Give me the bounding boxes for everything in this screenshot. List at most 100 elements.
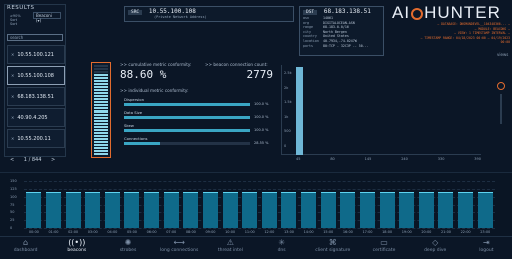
chart-bar[interactable]	[418, 191, 434, 228]
chart-bar[interactable]	[379, 191, 395, 228]
chart-bar[interactable]	[26, 191, 42, 228]
chart-bar[interactable]	[340, 191, 356, 228]
chart-bar[interactable]	[261, 191, 277, 228]
chart-bar[interactable]	[359, 191, 375, 228]
x-tick-label: 04:00	[107, 230, 118, 234]
gauge-segment	[94, 137, 108, 140]
chart-bar[interactable]	[477, 191, 493, 228]
close-icon[interactable]: ✕	[11, 94, 14, 99]
nav-dns[interactable]: ✳ dns	[259, 237, 305, 259]
nav-dashboard[interactable]: ⌂ dashboard	[3, 237, 49, 259]
results-filters[interactable]: ≥90% Sort Sort	[10, 14, 21, 26]
metric-rows: Dispersion 100.0 % Data Size 100.0 % Ske…	[124, 97, 274, 149]
list-item[interactable]: ✕ 10.55.100.121	[7, 45, 65, 64]
x-tick-label: 05:00	[126, 230, 138, 234]
view-slider[interactable]	[500, 94, 502, 124]
gauge-segment	[94, 68, 108, 71]
nav-certificate[interactable]: ▭ certificate	[361, 237, 407, 259]
chart-bar[interactable]	[65, 191, 81, 228]
y-tick-label: 150	[10, 179, 17, 183]
y-tick-label: 25	[10, 218, 15, 223]
src-header: SRC 10.55.100.108 (Private Network Addre…	[124, 6, 294, 22]
nav-long-connections[interactable]: ⟷ long connections	[156, 237, 202, 259]
view-toggle-icon[interactable]	[497, 82, 505, 90]
gauge-segment	[94, 80, 108, 83]
x-tick-label: 01:00	[48, 230, 59, 234]
close-icon[interactable]: ✕	[11, 73, 14, 78]
chart-bar[interactable]	[242, 191, 258, 228]
certificate-icon: ▭	[380, 238, 388, 247]
gauge-segment	[94, 71, 108, 74]
gauge-segment	[94, 125, 108, 128]
gauge-segment	[94, 101, 108, 104]
chart-bar[interactable]	[202, 191, 218, 228]
gauge-segment	[94, 83, 108, 86]
nav-deep-dive[interactable]: ◇ deep dive	[412, 237, 458, 259]
chart-bar[interactable]	[301, 191, 317, 228]
chart-bar[interactable]	[124, 191, 140, 228]
home-icon: ⌂	[23, 238, 29, 247]
gauge-segment	[94, 104, 108, 107]
list-item[interactable]: ✕ 10.55.100.108	[7, 66, 65, 85]
search-input[interactable]: search	[7, 34, 63, 41]
chart-bar[interactable]	[163, 191, 179, 228]
list-item[interactable]: ✕ 10.55.200.11	[7, 129, 65, 148]
chart-bar[interactable]	[85, 191, 101, 228]
x-tick-label: 07:00	[166, 230, 177, 234]
gauge-segment	[94, 152, 108, 155]
x-tick-label: 15:00	[323, 230, 334, 234]
src-ip: 10.55.100.108	[148, 8, 196, 15]
x-tick-label: 20:00	[421, 230, 432, 234]
x-tick-label: 10:00	[225, 230, 236, 234]
x-tick-label: 06:00	[146, 230, 157, 234]
metric-row: Skew 100.0 %	[124, 123, 269, 132]
signature-icon: ⌘	[328, 238, 337, 247]
close-icon[interactable]: ✕	[11, 136, 14, 141]
metric-bar-fill	[124, 141, 160, 145]
nav-threat-intel[interactable]: ⚠ threat intel	[207, 237, 253, 259]
gauge-segment	[94, 89, 108, 92]
beacon-count-value: 2779	[246, 68, 274, 81]
x-tick-label: 11:00	[244, 230, 255, 234]
cumulative-metric: >> cumulative metric conformity: 88.60 %	[120, 62, 192, 81]
chart-bar[interactable]	[458, 191, 474, 228]
close-icon[interactable]: ✕	[11, 52, 14, 57]
gauge-segment	[94, 86, 108, 89]
chart-bar[interactable]	[144, 191, 160, 228]
x-tick-label: 14:00	[303, 230, 314, 234]
cumulative-value: 88.60 %	[120, 68, 167, 81]
x-tick-label: 17:00	[362, 230, 373, 234]
nav-client-signature[interactable]: ⌘ client signature	[310, 237, 356, 259]
gauge-segment	[94, 110, 108, 113]
chart-bar[interactable]	[320, 191, 336, 228]
y-tick-label: 0	[10, 226, 13, 230]
results-sort-select[interactable]: Beaconi (▾)	[33, 12, 61, 23]
chart-bar[interactable]	[399, 191, 415, 228]
y-tick-label: 125	[10, 186, 17, 191]
chart-bar[interactable]	[183, 191, 199, 228]
nav-logout[interactable]: ⇥ logout	[463, 237, 509, 259]
close-icon[interactable]: ✕	[11, 115, 14, 120]
gauge-segment	[94, 116, 108, 119]
chart-bar[interactable]	[104, 191, 120, 228]
chart-bar[interactable]	[222, 191, 238, 228]
x-tick-label: 12:00	[264, 230, 275, 234]
nav-beacons[interactable]: ((•)) beacons	[54, 237, 100, 259]
next-page-icon[interactable]: >	[51, 157, 55, 163]
chart-bar[interactable]	[438, 191, 454, 228]
chart-bar[interactable]	[45, 191, 61, 228]
list-item[interactable]: ✕ 40.90.4.205	[7, 108, 65, 127]
list-item[interactable]: ✕ 68.183.138.51	[7, 87, 65, 106]
gauge-segment	[94, 77, 108, 80]
x-tick-label: 18:00	[382, 230, 393, 234]
bottom-nav: ⌂ dashboard ((•)) beacons ✺ strobes ⟷ long conn…	[0, 236, 512, 259]
gauge-segment	[94, 128, 108, 131]
gauge-segment	[94, 113, 108, 116]
nav-strobes[interactable]: ✺ strobes	[105, 237, 151, 259]
prev-page-icon[interactable]: <	[10, 157, 14, 163]
histogram-chart	[281, 65, 481, 155]
histogram-axis-labels: 2.5k 2k 1.5k 1k 500 0	[284, 71, 292, 148]
nav-label: client signature	[315, 248, 351, 253]
chart-bar[interactable]	[281, 191, 297, 228]
gauge-segment	[94, 95, 108, 98]
